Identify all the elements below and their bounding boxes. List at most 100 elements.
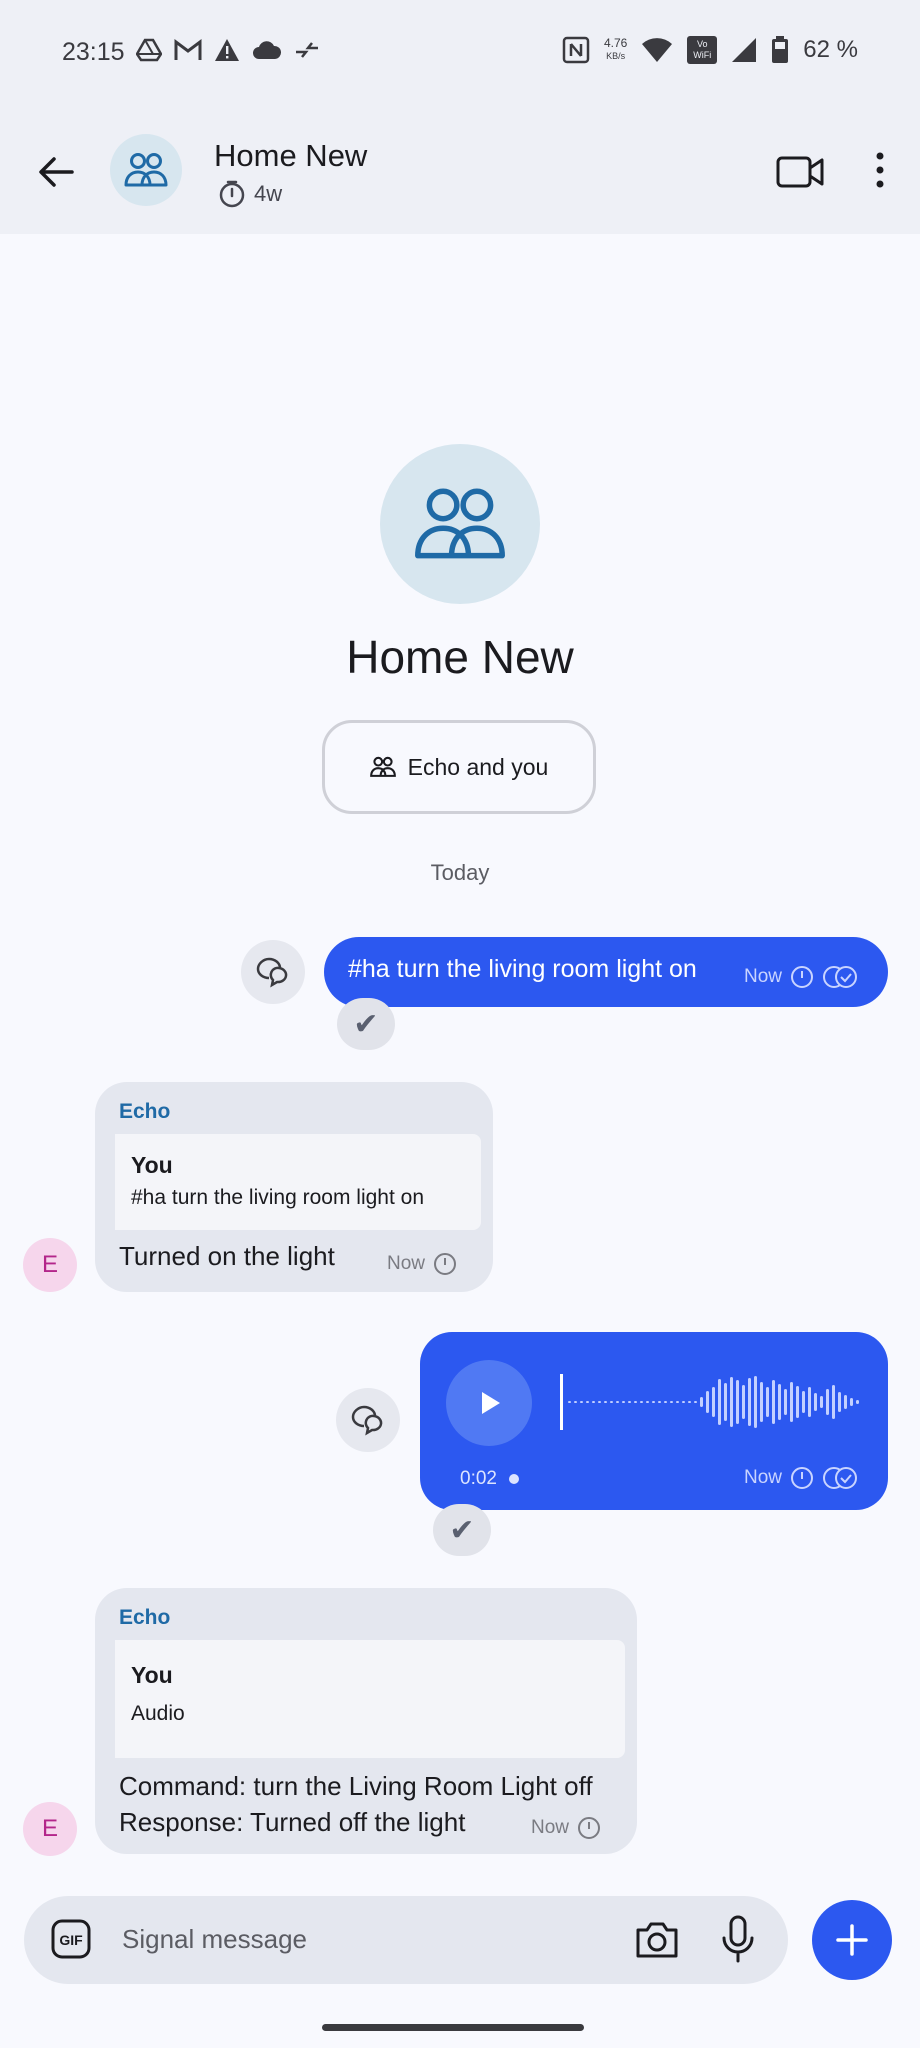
timer-icon (219, 180, 245, 208)
waveform-bar (694, 1401, 697, 1403)
waveform-bar (772, 1380, 775, 1424)
conversation-title[interactable]: Home New (214, 138, 367, 174)
battery-percent: 62 % (803, 36, 858, 63)
message-time: Now (531, 1817, 570, 1838)
delivered-check-icon (823, 966, 858, 988)
sender-avatar[interactable]: E (23, 1238, 77, 1292)
play-icon (482, 1392, 500, 1414)
timer-label: 4w (254, 181, 283, 206)
quote-text: #ha turn the living room light on (131, 1186, 425, 1209)
audio-waveform[interactable] (560, 1370, 880, 1434)
more-options-icon[interactable] (868, 148, 892, 192)
audio-duration: 0:02 (460, 1468, 497, 1489)
signal-icon (732, 38, 757, 62)
audio-duration-row: 0:02 (460, 1468, 519, 1490)
waveform-bar (634, 1401, 637, 1403)
quoted-message[interactable]: You Audio (107, 1640, 625, 1758)
message-time: Now (387, 1253, 426, 1274)
waveform-bar (670, 1401, 673, 1403)
gmail-icon (174, 39, 202, 60)
back-arrow-icon[interactable] (34, 150, 78, 194)
timer-icon (434, 1253, 457, 1275)
message-time: Now (744, 1467, 783, 1488)
timer-icon (791, 966, 814, 988)
members-label: Echo and you (407, 753, 549, 780)
waveform-bar (568, 1401, 571, 1403)
audio-message-bubble[interactable]: 0:02 Now (420, 1332, 888, 1510)
waveform-bar (850, 1398, 853, 1406)
group-avatar-large[interactable] (380, 444, 540, 604)
video-call-icon[interactable] (776, 150, 824, 194)
status-system-icons: 4.76 KB/s Vo WiFi 62 % (562, 36, 858, 64)
sender-name: Echo (119, 1606, 171, 1629)
message-composer: GIF Signal message (24, 1896, 788, 1984)
waveform-bar (784, 1389, 787, 1415)
waveform-bar (826, 1389, 829, 1415)
play-button[interactable] (446, 1360, 532, 1446)
group-icon (415, 488, 505, 559)
waveform-bar (796, 1386, 799, 1418)
timer-icon (578, 1817, 601, 1839)
message-input[interactable]: Signal message (122, 1924, 307, 1955)
group-icon (124, 153, 168, 187)
network-speed: 4.76 KB/s (604, 37, 627, 63)
waveform-bar (730, 1377, 733, 1427)
unplayed-dot (508, 1474, 519, 1484)
incoming-message-bubble[interactable]: Echo You Audio Command: turn the Living … (95, 1588, 637, 1854)
outgoing-message-bubble[interactable]: #ha turn the living room light on Now (324, 937, 888, 1007)
waveform-bar (598, 1401, 601, 1403)
svg-text:GIF: GIF (59, 1932, 83, 1948)
microphone-icon[interactable] (720, 1914, 756, 1964)
quoted-message[interactable]: You #ha turn the living room light on (107, 1134, 481, 1230)
waveform-bar (658, 1401, 661, 1403)
waveform-bar (844, 1395, 847, 1409)
message-meta: Now (744, 965, 858, 989)
waveform-bar (580, 1401, 583, 1403)
sender-avatar[interactable]: E (23, 1802, 77, 1856)
drive-icon (136, 38, 162, 62)
waveform-bar (778, 1384, 781, 1420)
reply-icon-button[interactable] (336, 1388, 400, 1452)
message-text: Command: turn the Living Room Light off … (119, 1768, 593, 1840)
reply-icon-button[interactable] (241, 940, 305, 1004)
message-time: Now (744, 966, 783, 987)
disappearing-timer: 4w (218, 180, 282, 208)
waveform-bar (712, 1387, 715, 1417)
waveform-bar (820, 1396, 823, 1408)
group-avatar-small[interactable] (110, 134, 182, 206)
waveform-bar (718, 1379, 721, 1425)
waveform-bar (790, 1382, 793, 1422)
vowifi-top: Vo (697, 39, 708, 49)
attach-button[interactable] (812, 1900, 892, 1980)
waveform-bar (676, 1401, 679, 1403)
camera-icon[interactable] (634, 1918, 680, 1962)
waveform-bar (604, 1401, 607, 1403)
waveform-bar (760, 1382, 763, 1422)
waveform-bar (682, 1401, 685, 1403)
waveform-bar (802, 1391, 805, 1413)
status-notification-icons (136, 38, 320, 62)
cloud-icon (253, 41, 282, 59)
message-meta: Now (531, 1816, 601, 1840)
waveform-bar (724, 1383, 727, 1421)
reaction-check[interactable]: ✔ (337, 998, 395, 1050)
plus-icon (836, 1924, 868, 1956)
incoming-message-bubble[interactable]: Echo You #ha turn the living room light … (95, 1082, 493, 1292)
waveform-bar (652, 1401, 655, 1403)
nfc-icon (562, 36, 590, 64)
members-icon (369, 756, 396, 777)
quote-author: You (131, 1152, 173, 1178)
timer-icon (791, 1467, 814, 1489)
gif-icon[interactable]: GIF (50, 1918, 92, 1960)
home-indicator[interactable] (322, 2024, 584, 2031)
waveform-bar (742, 1385, 745, 1419)
network-speed-unit: KB/s (606, 51, 626, 61)
waveform-bar (616, 1401, 619, 1403)
waveform-bar (628, 1401, 631, 1403)
reaction-check[interactable]: ✔ (433, 1504, 491, 1556)
waveform-bar (736, 1380, 739, 1424)
waveform-bar (748, 1378, 751, 1426)
waveform-bar (688, 1401, 691, 1403)
members-button[interactable]: Echo and you (322, 720, 596, 814)
message-meta: Now (387, 1252, 457, 1276)
